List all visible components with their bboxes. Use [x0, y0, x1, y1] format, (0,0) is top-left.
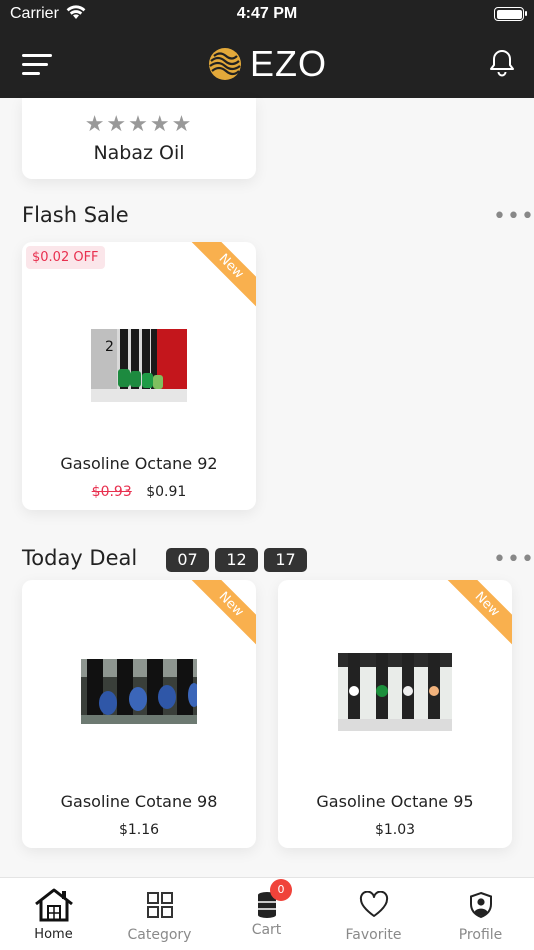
tab-cart[interactable]: Cart: [213, 888, 320, 938]
timer-minutes: 12: [215, 548, 258, 572]
vendor-name: Nabaz Oil: [93, 142, 185, 164]
rating-stars: ★★★★★: [84, 112, 194, 137]
timer-hours: 07: [166, 548, 209, 572]
flash-sale-title: Flash Sale: [22, 203, 129, 227]
new-ribbon: New: [184, 242, 256, 313]
today-deal-more-icon[interactable]: •••: [493, 549, 534, 571]
price-line: $0.93 $0.91: [22, 484, 256, 500]
hamburger-menu-icon[interactable]: [22, 52, 52, 76]
tab-profile[interactable]: Profile: [427, 888, 534, 943]
svg-text:2: 2: [105, 339, 114, 355]
current-price: $1.03: [374, 822, 416, 838]
fuel-pump-image: 2: [91, 329, 187, 402]
fuel-nozzles-image: [81, 659, 197, 724]
tab-favorite[interactable]: Favorite: [320, 888, 427, 943]
tab-label: Profile: [458, 927, 503, 943]
top-nav-bar: EZO: [0, 28, 534, 98]
bottom-tab-bar: Home Category Cart Favorite Profile: [0, 877, 534, 950]
deal-product-card[interactable]: New Gasoline Cotane 98 $1.16: [22, 580, 256, 848]
current-price: $1.16: [118, 822, 160, 838]
profile-shield-icon: [469, 891, 492, 919]
tab-label: Home: [34, 927, 73, 942]
app-logo: EZO: [208, 43, 328, 84]
timer-seconds: 17: [264, 548, 307, 572]
cart-count-badge: 0: [270, 879, 292, 901]
vendor-card[interactable]: ★★★★★ Nabaz Oil: [22, 98, 256, 179]
tab-category[interactable]: Category: [106, 888, 213, 943]
flash-sale-product-card[interactable]: $0.02 OFF New 2 Gasoline Octane 92 $0.93…: [22, 242, 256, 510]
deal-product-card[interactable]: New Gasoline Octane 95 $1.03: [278, 580, 512, 848]
flash-sale-more-icon[interactable]: •••: [493, 206, 534, 228]
clock: 4:47 PM: [236, 5, 298, 22]
heart-icon: [359, 891, 388, 917]
tab-home[interactable]: Home: [0, 888, 107, 942]
ezo-logo-icon: [209, 48, 241, 80]
old-price: $0.93: [91, 484, 132, 500]
current-price: $0.91: [146, 484, 187, 500]
deal-countdown-timer: 07 12 17: [166, 548, 307, 572]
logo-text: EZO: [250, 43, 328, 84]
product-name: Gasoline Octane 95: [316, 792, 474, 811]
new-ribbon: New: [440, 580, 512, 651]
grid-icon: [146, 892, 173, 918]
tab-label: Cart: [251, 922, 282, 938]
home-icon: [34, 888, 73, 922]
product-name: Gasoline Cotane 98: [60, 792, 218, 811]
tab-label: Category: [127, 927, 192, 943]
battery-icon: [494, 7, 527, 21]
tab-label: Favorite: [345, 927, 402, 943]
product-name: Gasoline Octane 92: [60, 454, 218, 473]
discount-badge: $0.02 OFF: [26, 246, 105, 269]
status-bar: Carrier 4:47 PM: [0, 0, 534, 28]
fuel-nozzles-image: [338, 653, 452, 731]
today-deal-title: Today Deal: [22, 546, 138, 570]
new-ribbon: New: [184, 580, 256, 651]
bell-icon[interactable]: [488, 48, 516, 78]
